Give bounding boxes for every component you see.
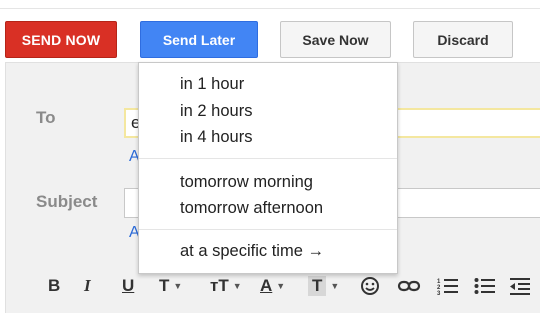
menu-separator (139, 229, 397, 230)
italic-button[interactable]: I (84, 276, 91, 296)
send-later-button[interactable]: Send Later (140, 21, 258, 58)
emoji-button[interactable] (360, 276, 380, 296)
to-label: To (36, 108, 56, 127)
indent-less-icon (510, 278, 530, 295)
bold-label: B (48, 276, 61, 295)
bulleted-list-button[interactable] (474, 276, 496, 296)
chevron-down-icon: ▼ (232, 281, 242, 291)
smiley-icon (361, 277, 379, 295)
menu-item-specific-time[interactable]: at a specific time → (180, 242, 324, 261)
menu-item-2-hours[interactable]: in 2 hours (180, 102, 252, 121)
subject-label: Subject (36, 192, 98, 211)
numbered-list-icon: 123 (437, 279, 458, 296)
indent-less-button[interactable] (509, 276, 531, 296)
send-later-menu: in 1 hour in 2 hours in 4 hours tomorrow… (138, 62, 398, 274)
font-size-button[interactable]: тT ▼ (210, 276, 242, 296)
send-now-button[interactable]: SEND NOW (5, 21, 117, 58)
highlight-button[interactable]: T ▼ (308, 276, 339, 296)
menu-item-4-hours[interactable]: in 4 hours (180, 128, 252, 147)
text-color-button[interactable]: A ▼ (260, 276, 285, 296)
chevron-down-icon: ▼ (173, 281, 183, 291)
bulleted-list-icon (474, 278, 495, 294)
text-color-label: A (260, 276, 273, 295)
menu-item-tomorrow-morning[interactable]: tomorrow morning (180, 173, 313, 192)
link-button[interactable] (397, 276, 421, 296)
font-label: T (159, 276, 170, 295)
font-size-label: тT (210, 276, 229, 295)
underline-button[interactable]: U (122, 276, 134, 296)
save-now-button[interactable]: Save Now (280, 21, 391, 58)
menu-item-tomorrow-afternoon[interactable]: tomorrow afternoon (180, 199, 323, 218)
discard-button[interactable]: Discard (413, 21, 513, 58)
svg-text:3: 3 (437, 291, 441, 296)
link-icon (397, 280, 421, 292)
bold-button[interactable]: B (48, 276, 60, 296)
menu-separator (139, 158, 397, 159)
font-button[interactable]: T ▼ (159, 276, 182, 296)
highlight-label: T (308, 276, 327, 296)
italic-label: I (84, 276, 91, 295)
chevron-down-icon: ▼ (330, 281, 340, 291)
underline-label: U (122, 276, 135, 295)
menu-item-1-hour[interactable]: in 1 hour (180, 75, 244, 94)
chevron-down-icon: ▼ (276, 281, 286, 291)
numbered-list-button[interactable]: 123 (437, 276, 459, 296)
top-strip (0, 0, 540, 9)
